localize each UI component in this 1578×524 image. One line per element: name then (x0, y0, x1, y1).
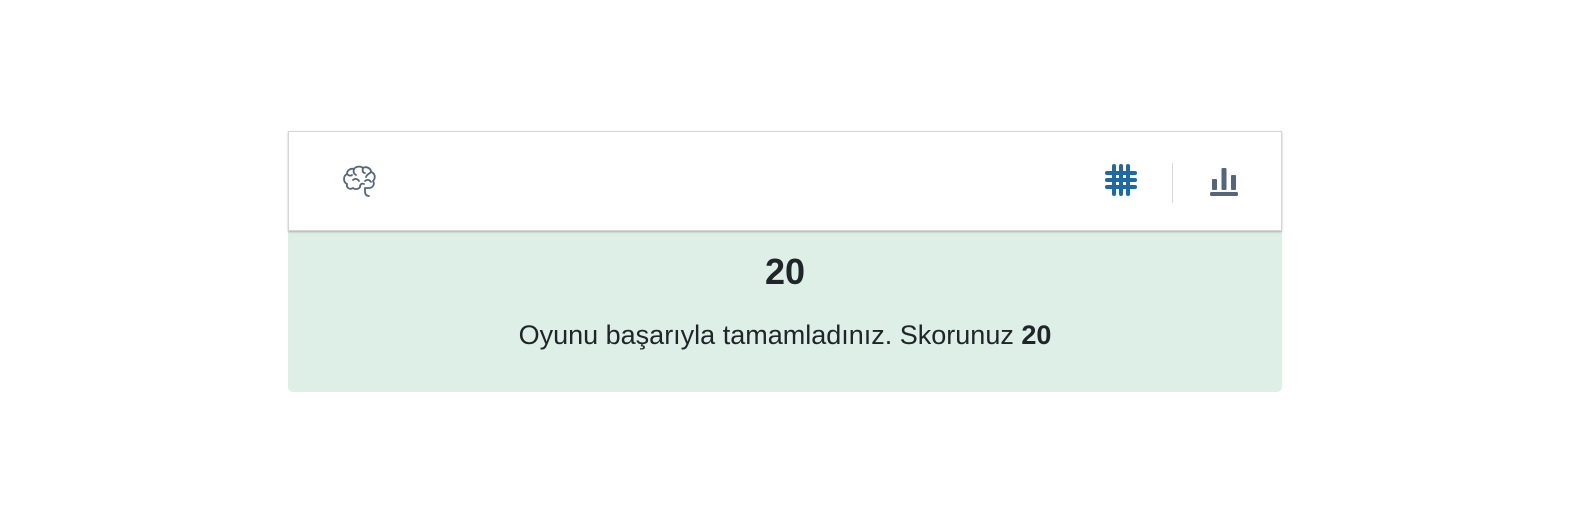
score-value: 20 (764, 251, 806, 292)
grid-icon (1104, 163, 1138, 202)
toolbar-divider (1172, 163, 1173, 203)
result-panel: 20 Oyunu başarıyla tamamladınız. Skorunu… (288, 231, 1282, 392)
result-message-text: Oyunu başarıyla tamamladınız. Skorunuz (518, 320, 1022, 350)
game-card: 20 Oyunu başarıyla tamamladınız. Skorunu… (288, 131, 1282, 392)
toolbar (288, 131, 1282, 231)
result-message-score: 20 (1021, 320, 1052, 350)
grid-button[interactable] (1104, 163, 1138, 202)
brain-icon (341, 165, 377, 199)
stats-button[interactable] (1207, 167, 1241, 199)
result-message: Oyunu başarıyla tamamladınız. Skorunuz 2… (288, 318, 1282, 352)
bar-chart-icon (1207, 165, 1241, 202)
